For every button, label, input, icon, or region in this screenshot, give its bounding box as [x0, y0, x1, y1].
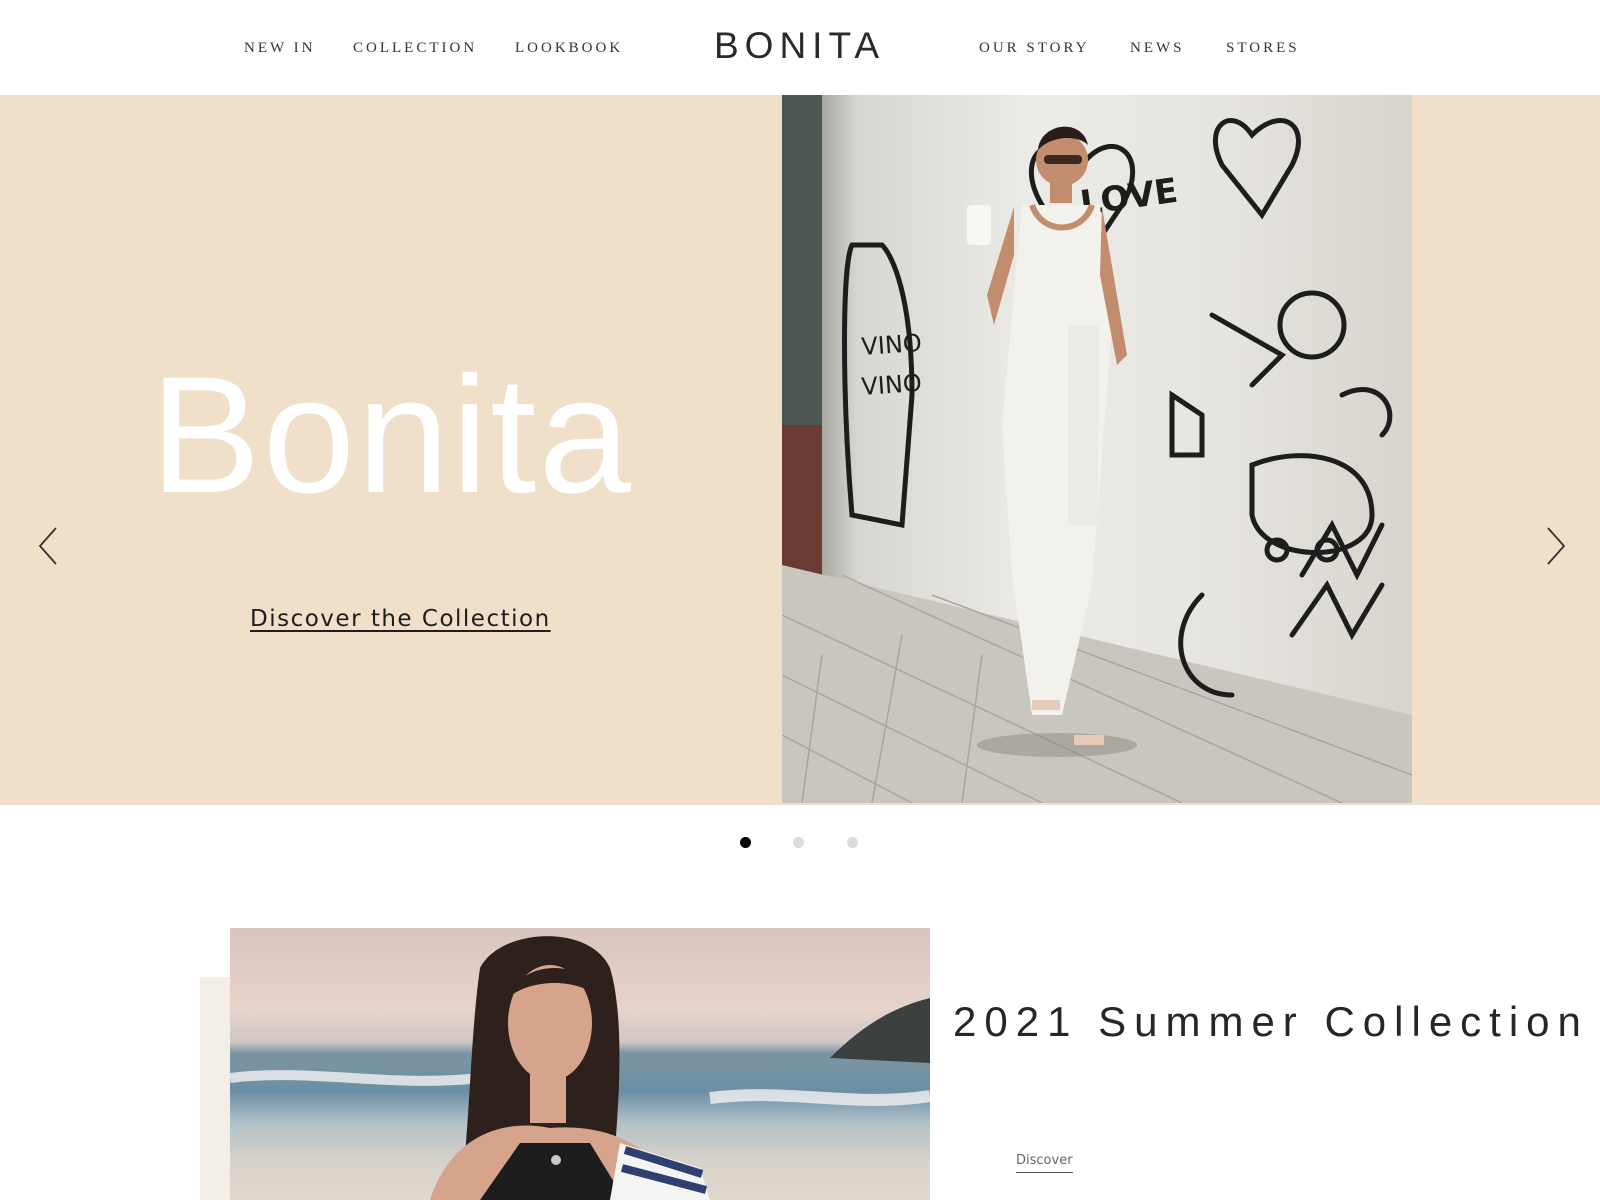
slider-next-button[interactable] [1540, 525, 1570, 567]
slider-dot-2[interactable] [793, 837, 804, 848]
chevron-right-icon [1547, 527, 1566, 565]
nav-our-story[interactable]: OUR STORY [979, 40, 1090, 57]
brand-logo[interactable]: BONITA [714, 25, 885, 67]
nav-lookbook[interactable]: LOOKBOOK [515, 40, 623, 57]
nav-stores[interactable]: STORES [1226, 40, 1300, 57]
hero-photo: LOVE VINO VINO [782, 95, 1412, 803]
hero-photo-illustration: LOVE VINO VINO [782, 95, 1412, 803]
feature-title: 2021 Summer Collection [953, 998, 1589, 1045]
feature-photo-illustration [230, 936, 930, 1200]
chevron-left-icon [38, 527, 57, 565]
nav-news[interactable]: NEWS [1130, 40, 1185, 57]
svg-text:VINO: VINO [860, 329, 922, 361]
slider-dot-3[interactable] [847, 837, 858, 848]
nav-new-in[interactable]: NEW IN [244, 40, 315, 57]
site-header: NEW IN COLLECTION LOOKBOOK BONITA OUR ST… [0, 0, 1600, 95]
slider-prev-button[interactable] [34, 525, 64, 567]
svg-text:VINO: VINO [860, 369, 922, 401]
nav-collection[interactable]: COLLECTION [353, 40, 477, 57]
feature-photo [230, 928, 930, 1200]
hero-title: Bonita [150, 343, 633, 528]
feature-discover-link[interactable]: Discover [1016, 1153, 1073, 1173]
discover-collection-link[interactable]: Discover the Collection [250, 606, 551, 632]
hero-slider: LOVE VINO VINO Bonita Discover the Colle… [0, 95, 1600, 805]
slider-dot-1[interactable] [740, 837, 751, 848]
